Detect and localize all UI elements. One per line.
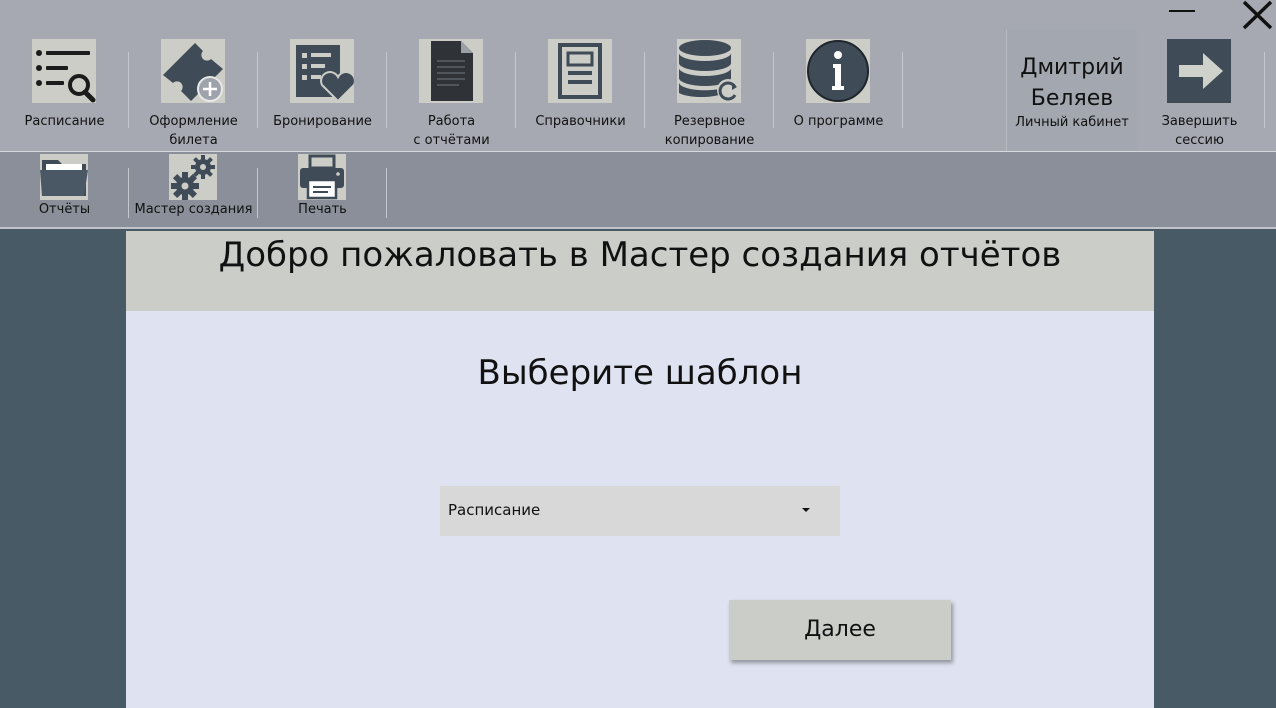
schedule-search-icon xyxy=(32,39,96,103)
minimize-button[interactable] xyxy=(1163,0,1203,30)
next-button[interactable]: Далее xyxy=(729,600,951,660)
print-button[interactable]: Печать xyxy=(258,152,387,226)
ticket-add-icon xyxy=(161,39,225,103)
title-bar xyxy=(0,0,1276,30)
close-button[interactable] xyxy=(1238,0,1276,30)
backup-button[interactable]: Резервное копирование xyxy=(645,38,774,148)
gears-icon xyxy=(169,154,217,200)
template-selected-value: Расписание xyxy=(448,501,541,519)
user-name: Дмитрий Беляев xyxy=(1020,55,1124,111)
booking-button[interactable]: Бронирование xyxy=(258,38,387,148)
toolbar-separator xyxy=(1264,52,1265,128)
wizard-title: Добро пожаловать в Мастер создания отчёт… xyxy=(218,235,1062,275)
toolbar-separator xyxy=(902,52,903,128)
personal-account-label: Личный кабинет xyxy=(1015,115,1129,130)
document-icon xyxy=(419,39,483,103)
reports-work-button[interactable]: Работа с отчётами xyxy=(387,38,516,148)
about-button[interactable]: О программе xyxy=(774,38,903,148)
booking-heart-icon xyxy=(290,39,356,103)
folder-icon xyxy=(40,154,88,200)
user-account[interactable]: Дмитрий Беляев Личный кабинет xyxy=(1006,30,1137,151)
schedule-button[interactable]: Расписание xyxy=(0,38,129,148)
arrow-right-icon xyxy=(1167,39,1231,103)
issue-ticket-button[interactable]: Оформление билета xyxy=(129,38,258,148)
reference-book-icon xyxy=(548,39,612,103)
report-wizard-panel: Добро пожаловать в Мастер создания отчёт… xyxy=(126,231,1154,708)
close-icon xyxy=(1242,0,1273,30)
end-session-button[interactable]: Завершить сессию xyxy=(1135,38,1264,148)
reports-subtoolbar: Отчёты Мастер создания Печать xyxy=(0,151,1276,229)
creation-wizard-button[interactable]: Мастер создания xyxy=(129,152,258,226)
reports-button[interactable]: Отчёты xyxy=(0,152,129,226)
template-select[interactable]: Расписание xyxy=(440,486,840,536)
database-backup-icon xyxy=(677,39,741,103)
references-button[interactable]: Справочники xyxy=(516,38,645,148)
printer-icon xyxy=(298,154,346,200)
info-icon xyxy=(806,39,870,103)
wizard-header: Добро пожаловать в Мастер создания отчёт… xyxy=(126,231,1154,311)
main-toolbar: Расписание Оформление билета Бронировани… xyxy=(0,30,1276,151)
next-button-label: Далее xyxy=(804,617,876,642)
choose-template-heading: Выберите шаблон xyxy=(477,353,803,393)
toolbar-separator xyxy=(386,168,387,218)
chevron-down-icon xyxy=(802,508,810,512)
